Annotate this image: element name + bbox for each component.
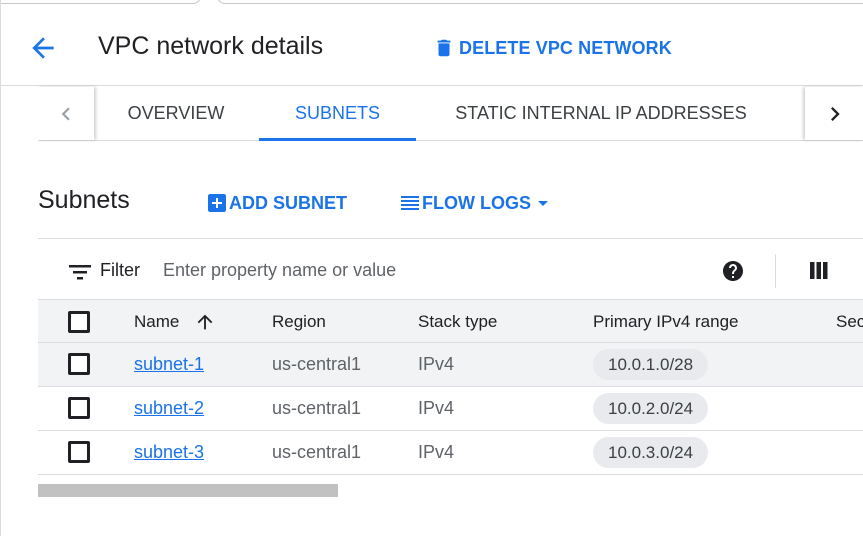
tab-overview[interactable]: OVERVIEW (94, 87, 258, 140)
subnet-region: us-central1 (272, 398, 362, 418)
page: VPC network details DELETE VPC NETWORK O… (0, 0, 863, 536)
subnet-name-link[interactable]: subnet-3 (134, 442, 204, 463)
tab-subnets[interactable]: SUBNETS (259, 87, 416, 141)
flow-logs-label: FLOW LOGS (422, 192, 531, 213)
tab-overview-label: OVERVIEW (127, 103, 225, 123)
column-header-stack-type[interactable]: Stack type (418, 312, 497, 332)
column-display-icon[interactable] (809, 261, 829, 281)
tab-edge-left (1, 0, 201, 4)
tab-static-ip-label: STATIC INTERNAL IP ADDRESSES (455, 103, 747, 123)
column-header-name[interactable]: Name (134, 312, 179, 332)
arrow-drop-down-icon (537, 201, 548, 206)
row-checkbox[interactable] (68, 441, 90, 463)
add-box-icon (208, 194, 226, 212)
subnet-stack-type: IPv4 (418, 398, 455, 418)
page-title: VPC network details (98, 32, 324, 60)
arrow-upward-icon[interactable] (194, 311, 216, 333)
column-header-primary-ipv4-range[interactable]: Primary IPv4 range (593, 312, 739, 332)
subnets-table: Name Region Stack type Primary IPv4 rang… (38, 299, 863, 475)
select-all-checkbox[interactable] (68, 311, 90, 333)
tab-edge-right (217, 0, 863, 4)
menu-lines-icon (401, 196, 419, 210)
add-subnet-label: ADD SUBNET (229, 192, 348, 213)
add-subnet-button[interactable]: ADD SUBNET (205, 191, 347, 215)
subnet-stack-type: IPv4 (418, 354, 455, 374)
toolbar-divider (775, 254, 776, 288)
trash-icon (437, 39, 451, 57)
filter-bar: Filter (38, 238, 863, 300)
chevron-right-icon (830, 106, 840, 121)
row-checkbox[interactable] (68, 353, 90, 375)
subnet-name-link[interactable]: subnet-1 (134, 354, 204, 375)
subnet-stack-type: IPv4 (418, 442, 455, 462)
table-row: subnet-1 us-central1 IPv4 10.0.1.0/28 (38, 343, 863, 387)
flow-logs-button[interactable]: FLOW LOGS (398, 191, 555, 215)
chevron-left-icon (61, 107, 70, 120)
filter-list-icon[interactable] (69, 263, 91, 281)
subnet-region: us-central1 (272, 354, 362, 374)
ip-range-chip: 10.0.3.0/24 (593, 437, 709, 468)
browser-top-edge (1, 0, 863, 6)
column-header-region[interactable]: Region (272, 312, 326, 332)
horizontal-scrollbar[interactable] (38, 484, 338, 497)
table-header-row: Name Region Stack type Primary IPv4 rang… (38, 299, 863, 343)
ip-range-chip: 10.0.2.0/24 (593, 393, 709, 424)
tab-scroll-right-button[interactable] (805, 87, 863, 140)
tab-scroll-left-button[interactable] (38, 87, 94, 140)
filter-input[interactable] (163, 255, 663, 285)
column-header-secondary-truncated[interactable]: Sec (836, 312, 863, 332)
tab-bar: OVERVIEW SUBNETS STATIC INTERNAL IP ADDR… (38, 87, 863, 141)
table-row: subnet-2 us-central1 IPv4 10.0.2.0/24 (38, 387, 863, 431)
back-button[interactable] (27, 32, 59, 64)
arrow-back-icon (32, 37, 54, 59)
filter-label[interactable]: Filter (100, 260, 140, 281)
tab-static-internal-ip-addresses[interactable]: STATIC INTERNAL IP ADDRESSES (416, 87, 786, 140)
delete-vpc-network-button[interactable]: DELETE VPC NETWORK (433, 36, 672, 60)
page-header: VPC network details DELETE VPC NETWORK (1, 10, 863, 86)
table-row: subnet-3 us-central1 IPv4 10.0.3.0/24 (38, 431, 863, 475)
row-checkbox[interactable] (68, 397, 90, 419)
subnets-heading: Subnets (38, 186, 130, 214)
delete-vpc-network-label: DELETE VPC NETWORK (459, 37, 672, 58)
subnet-name-link[interactable]: subnet-2 (134, 398, 204, 419)
ip-range-chip: 10.0.1.0/28 (593, 349, 709, 380)
tab-subnets-label: SUBNETS (294, 103, 381, 123)
subnet-region: us-central1 (272, 442, 362, 462)
help-icon[interactable] (721, 259, 745, 283)
